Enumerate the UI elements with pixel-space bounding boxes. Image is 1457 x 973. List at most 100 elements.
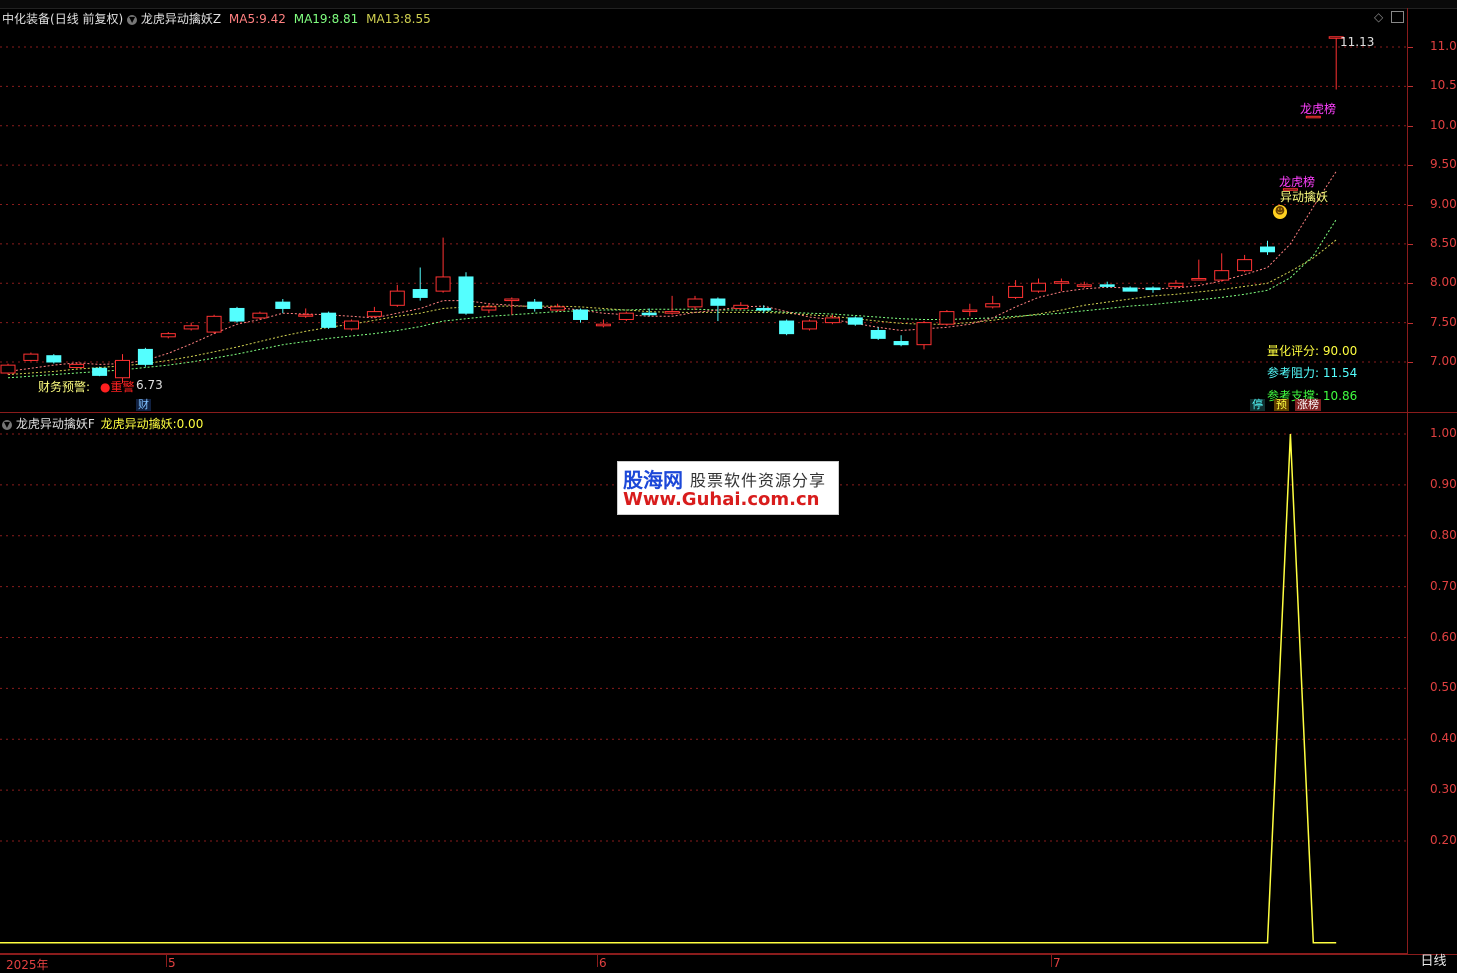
x-label-jul: 7	[1053, 956, 1061, 970]
x-tick-may	[166, 953, 167, 967]
x-label-year: 2025年	[6, 958, 49, 972]
resistance-label: 参考阻力:	[1267, 366, 1320, 380]
candle-body-down	[1122, 287, 1138, 292]
candle-body-up	[160, 333, 176, 338]
candle-body-up	[1008, 285, 1024, 298]
x-tick-jul	[1051, 953, 1052, 967]
candle-body-down	[275, 301, 291, 309]
candle-body-up	[298, 314, 314, 317]
quant-score-value: 90.00	[1322, 344, 1358, 358]
candle-body-up	[481, 306, 497, 311]
price-axis-label: 7.00	[1430, 354, 1457, 368]
watermark-slogan: 股票软件资源分享	[690, 471, 827, 490]
candle-body-down	[756, 307, 772, 311]
main-price-axis	[1407, 8, 1457, 413]
support-value: 10.86	[1322, 389, 1358, 403]
price-axis-label: 11.00	[1430, 39, 1457, 53]
candle-body-down	[412, 289, 428, 298]
candle-body-down	[847, 317, 863, 325]
period-button[interactable]: 日线	[1410, 951, 1457, 972]
price-axis-label: 9.00	[1430, 196, 1457, 211]
x-axis	[0, 953, 1407, 973]
candle-body-up	[366, 311, 382, 317]
candle-body-up	[1237, 259, 1253, 272]
sub-axis-label: 0.20	[1430, 833, 1457, 847]
candle-body-up	[939, 311, 955, 325]
candle-body-up	[985, 303, 1001, 308]
price-axis-label: 9.50	[1430, 157, 1457, 172]
candle-body-up	[733, 304, 749, 309]
smiley-icon: ☻	[1273, 205, 1287, 219]
candle-body-down	[137, 348, 153, 365]
candle-body-down	[1145, 287, 1161, 291]
candle-body-up	[1031, 282, 1046, 292]
sub-axis-label: 0.70	[1430, 578, 1457, 593]
candle-body-up	[595, 323, 611, 327]
tag-rise-list[interactable]: 涨榜	[1295, 399, 1321, 411]
candle-body-up	[1053, 281, 1069, 284]
candle-body-up	[1214, 270, 1230, 281]
price-axis-tick	[1408, 322, 1413, 324]
price-axis-label: 8.00	[1430, 275, 1457, 290]
quant-score: 量化评分: 90.00	[1267, 342, 1357, 359]
candle-body-down	[46, 355, 62, 363]
candle-body-down	[779, 320, 795, 335]
price-axis-tick	[1408, 243, 1413, 245]
candle-body-down	[870, 330, 886, 339]
x-tick-jun	[597, 953, 598, 967]
watermark-url: Www.Guhai.com.cn	[623, 489, 820, 510]
candle-body-down	[893, 341, 909, 346]
candle-body-up	[435, 276, 451, 292]
price-axis-tick	[1408, 86, 1413, 88]
candle-body-down	[458, 276, 474, 314]
price-chart[interactable]	[0, 8, 1407, 412]
candle-body-up	[618, 312, 634, 320]
price-axis-tick	[1408, 362, 1413, 363]
price-axis-label: 10.00	[1430, 117, 1457, 132]
price-axis-label: 7.50	[1430, 314, 1457, 329]
candle-body-up	[0, 364, 16, 374]
x-label-may: 5	[168, 956, 176, 970]
candle-body-up	[504, 298, 520, 302]
price-axis-tick	[1408, 125, 1413, 127]
candle-body-up	[1076, 284, 1092, 287]
price-axis-label: 8.50	[1430, 235, 1457, 250]
candle-body-up	[1191, 278, 1207, 281]
sub-axis-label: 0.60	[1430, 629, 1457, 644]
sub-axis-label: 0.40	[1430, 731, 1457, 746]
tag-stop[interactable]: 停	[1250, 399, 1265, 411]
x-label-jun: 6	[599, 956, 607, 970]
candle-body-down	[1099, 284, 1115, 287]
quant-score-label: 量化评分:	[1267, 344, 1320, 358]
price-axis-tick	[1408, 47, 1413, 48]
watermark-logo: 股海网 股票软件资源分享 Www.Guhai.com.cn	[617, 461, 839, 515]
candle-body-down	[92, 367, 108, 376]
candle-body-down	[527, 301, 543, 309]
price-axis-label: 10.50	[1430, 78, 1457, 93]
sub-axis-label: 0.30	[1430, 782, 1457, 797]
yidong-label: 异动擒妖	[1280, 190, 1329, 204]
candle-body-up	[23, 353, 39, 361]
price-axis-tick	[1408, 283, 1413, 285]
resistance-value: 11.54	[1322, 366, 1358, 380]
candle-body-up	[183, 325, 199, 330]
candle-body-down	[229, 307, 245, 322]
price-axis-tick	[1408, 165, 1413, 167]
candle-body-up	[962, 309, 978, 313]
tag-pre[interactable]: 预	[1274, 399, 1289, 411]
candle-body-up	[206, 315, 222, 333]
candle-body-up	[252, 312, 268, 319]
candle-body-down	[1260, 246, 1275, 253]
candle-body-up	[1168, 282, 1184, 287]
finance-mark-text: 重	[110, 380, 123, 394]
candle-body-up	[802, 320, 817, 330]
candle-body-down	[573, 309, 588, 320]
candle-body-down	[641, 312, 657, 316]
sub-axis-label: 1.00	[1430, 426, 1457, 440]
sub-axis-label: 0.80	[1430, 527, 1457, 542]
candle-body-up	[824, 317, 840, 324]
finance-warning-label: 财务预警:	[38, 380, 91, 394]
cai-badge[interactable]: 财	[136, 399, 151, 411]
ma5-line	[7, 171, 1337, 372]
candle-body-down	[321, 312, 337, 328]
